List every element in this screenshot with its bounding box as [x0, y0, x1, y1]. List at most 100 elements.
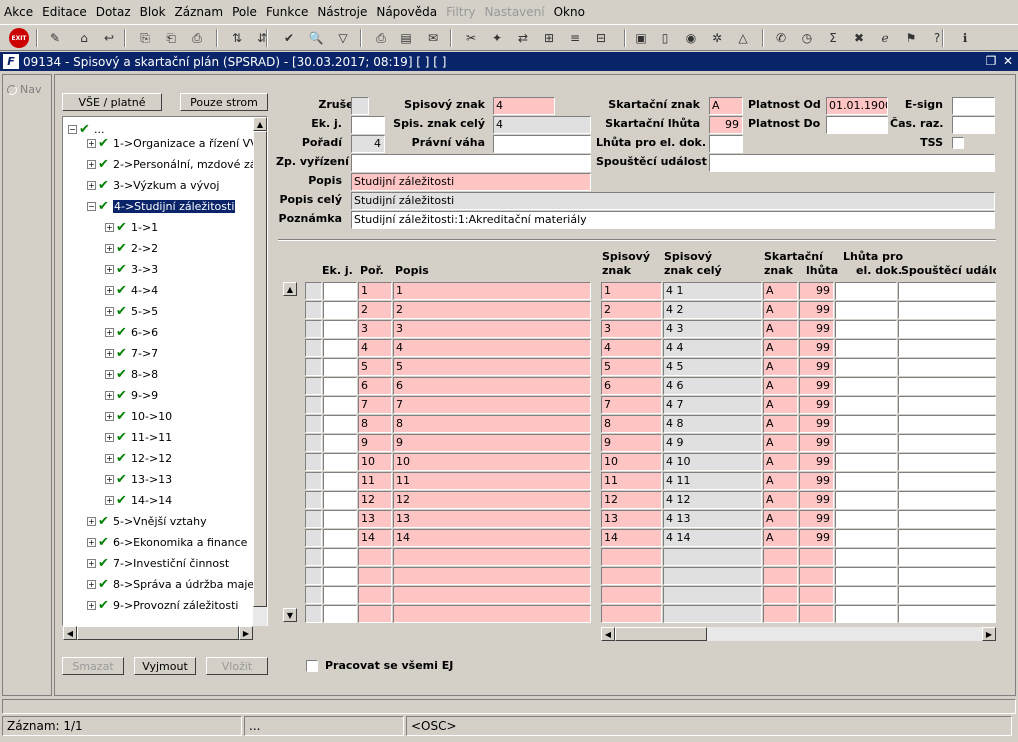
- lhuta-cell[interactable]: [799, 586, 834, 604]
- pravni-vaha-field[interactable]: [493, 135, 591, 153]
- grid-scroll-up-icon[interactable]: ▲: [283, 282, 297, 296]
- ekj-cell[interactable]: [323, 491, 357, 509]
- por-cell[interactable]: 9: [358, 434, 392, 452]
- popis-cell[interactable]: 13: [393, 510, 591, 528]
- sort-asc-icon[interactable]: ⇅: [228, 29, 246, 47]
- expand-icon[interactable]: +: [87, 159, 96, 169]
- znak-cell[interactable]: 10: [601, 453, 662, 471]
- platnost-do-field[interactable]: [826, 116, 888, 134]
- web-icon[interactable]: ℯ: [876, 29, 894, 47]
- por-cell[interactable]: 11: [358, 472, 392, 490]
- lhuta-cell[interactable]: 99: [799, 472, 834, 490]
- popis-cell[interactable]: 11: [393, 472, 591, 490]
- expand-icon[interactable]: +: [87, 558, 96, 568]
- znak-cely-cell[interactable]: 4 1: [663, 282, 762, 300]
- row-select[interactable]: [305, 548, 322, 566]
- skartacni-cell[interactable]: A: [763, 434, 798, 452]
- commit-icon[interactable]: ✔: [280, 29, 298, 47]
- clock-icon[interactable]: ◷: [798, 29, 816, 47]
- spousteci-cell[interactable]: [898, 453, 996, 471]
- spousteci-cell[interactable]: [898, 358, 996, 376]
- menu-item-10[interactable]: Nastavení: [485, 5, 545, 19]
- znak-cell[interactable]: 11: [601, 472, 662, 490]
- menu-item-4[interactable]: Záznam: [175, 5, 224, 19]
- doc-icon[interactable]: ▯: [656, 29, 674, 47]
- tree-node[interactable]: + ✔ 6->Ekonomika a finance: [87, 533, 247, 551]
- znak-cely-cell[interactable]: [663, 605, 762, 623]
- tree-node[interactable]: + ✔ 11->11: [105, 428, 172, 446]
- znak-cell[interactable]: 2: [601, 301, 662, 319]
- znak-cell[interactable]: 14: [601, 529, 662, 547]
- tree-node[interactable]: + ✔ 5->5: [105, 302, 158, 320]
- skartacni-cell[interactable]: A: [763, 320, 798, 338]
- menu-item-7[interactable]: Nástroje: [317, 5, 367, 19]
- lhuta-el-cell[interactable]: [835, 472, 897, 490]
- calc-icon[interactable]: ▣: [632, 29, 650, 47]
- popis-cell[interactable]: 3: [393, 320, 591, 338]
- znak-cely-cell[interactable]: 4 7: [663, 396, 762, 414]
- grid-scroll-right-icon[interactable]: ▶: [982, 627, 996, 641]
- znak-cell[interactable]: 5: [601, 358, 662, 376]
- ekj-cell[interactable]: [323, 567, 357, 585]
- por-cell[interactable]: [358, 605, 392, 623]
- tree-node[interactable]: + ✔ 3->3: [105, 260, 158, 278]
- spousteci-cell[interactable]: [898, 586, 996, 604]
- lhuta-cell[interactable]: [799, 548, 834, 566]
- ekj-cell[interactable]: [323, 320, 357, 338]
- row-select[interactable]: [305, 282, 322, 300]
- spousteci-cell[interactable]: [898, 320, 996, 338]
- expand-icon[interactable]: +: [87, 180, 96, 190]
- query-icon[interactable]: 🔍: [307, 29, 325, 47]
- popis-cell[interactable]: 4: [393, 339, 591, 357]
- exchange-icon[interactable]: ⇄: [514, 29, 532, 47]
- row-select[interactable]: [305, 358, 322, 376]
- por-cell[interactable]: 10: [358, 453, 392, 471]
- scroll-left-icon[interactable]: ◀: [63, 626, 77, 640]
- spisovy-znak-field[interactable]: 4: [493, 97, 555, 115]
- list-icon[interactable]: ≡: [566, 29, 584, 47]
- expand-icon[interactable]: +: [87, 579, 96, 589]
- znak-cely-cell[interactable]: 4 9: [663, 434, 762, 452]
- row-select[interactable]: [305, 339, 322, 357]
- clear-icon[interactable]: ⎙: [188, 29, 206, 47]
- expand-icon[interactable]: +: [105, 222, 114, 232]
- cut-icon[interactable]: ✂: [462, 29, 480, 47]
- globe-icon[interactable]: ◉: [682, 29, 700, 47]
- popis-cell[interactable]: 6: [393, 377, 591, 395]
- znak-cell[interactable]: 4: [601, 339, 662, 357]
- expand-icon[interactable]: +: [87, 516, 96, 526]
- lhuta-el-cell[interactable]: [835, 377, 897, 395]
- tree-node[interactable]: + ✔ 1->1: [105, 218, 158, 236]
- por-cell[interactable]: [358, 548, 392, 566]
- platnost-od-field[interactable]: 01.01.1900: [826, 97, 888, 115]
- tree-node[interactable]: + ✔ 7->Investiční činnost: [87, 554, 229, 572]
- skartacni-cell[interactable]: A: [763, 396, 798, 414]
- popis-cell[interactable]: [393, 548, 591, 566]
- por-cell[interactable]: 6: [358, 377, 392, 395]
- esign-field[interactable]: [952, 97, 995, 115]
- tree-node[interactable]: + ✔ 9->Provozní záležitosti: [87, 596, 239, 614]
- tss-checkbox[interactable]: [952, 137, 964, 149]
- tree-node[interactable]: + ✔ 2->2: [105, 239, 158, 257]
- znak-cely-cell[interactable]: [663, 548, 762, 566]
- tree-node[interactable]: + ✔ 10->10: [105, 407, 172, 425]
- skartacni-cell[interactable]: A: [763, 529, 798, 547]
- skartacni-cell[interactable]: A: [763, 282, 798, 300]
- menu-item-8[interactable]: Nápověda: [376, 5, 437, 19]
- ekj-cell[interactable]: [323, 301, 357, 319]
- skartacni-cell[interactable]: A: [763, 339, 798, 357]
- skartacni-cell[interactable]: A: [763, 301, 798, 319]
- expand-icon[interactable]: +: [105, 348, 114, 358]
- znak-cell[interactable]: [601, 548, 662, 566]
- poradi-field[interactable]: 4: [351, 135, 385, 153]
- znak-cely-cell[interactable]: 4 3: [663, 320, 762, 338]
- tree-node[interactable]: + ✔ 9->9: [105, 386, 158, 404]
- ekj-cell[interactable]: [323, 396, 357, 414]
- lhuta-el-cell[interactable]: [835, 605, 897, 623]
- zruseno-field[interactable]: [351, 97, 369, 115]
- exit-button[interactable]: EXIT: [8, 28, 30, 48]
- cut-button[interactable]: Vyjmout: [134, 657, 196, 675]
- tree-scroll-thumb-v[interactable]: [253, 131, 267, 607]
- expand-icon[interactable]: +: [105, 306, 114, 316]
- znak-cell[interactable]: 8: [601, 415, 662, 433]
